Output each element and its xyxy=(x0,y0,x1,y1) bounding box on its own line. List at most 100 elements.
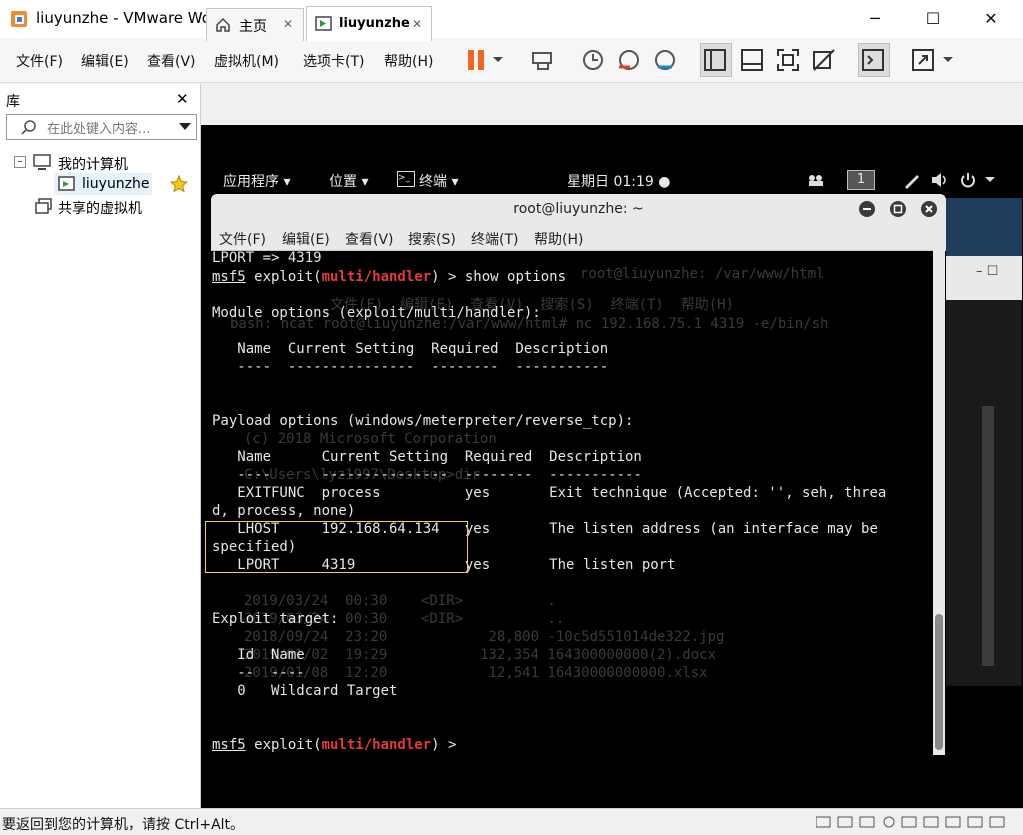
maximize-icon[interactable] xyxy=(889,200,907,218)
term-line: Name Current Setting Required Descriptio… xyxy=(212,341,609,357)
tree-vm-liuyunzhe[interactable]: liuyunzhe xyxy=(82,176,150,192)
chevron-down-icon[interactable] xyxy=(492,56,504,64)
term-line: -- ---- xyxy=(212,665,305,681)
prompt-command: ) > show options xyxy=(431,269,567,285)
ghost-line-6: 2018/09/24 23:20 28,800 -10c5d551014de32… xyxy=(244,629,725,645)
gnome-apps-menu[interactable]: 应用程序 ▾ xyxy=(223,171,290,191)
prompt-module: multi/handler xyxy=(321,737,432,753)
term-line: d, process, none) xyxy=(212,503,356,519)
console-view-icon[interactable] xyxy=(860,47,886,73)
prompt-exploit: exploit( xyxy=(245,737,322,753)
show-library-icon[interactable] xyxy=(702,47,728,73)
ghost-line-4: 2019/03/24 00:30 <DIR> . xyxy=(244,593,556,609)
term-line: Payload options (windows/meterpreter/rev… xyxy=(212,413,634,429)
tab-liuyunzhe-label: liuyunzhe xyxy=(339,16,410,31)
snapshot-icon[interactable] xyxy=(580,47,606,73)
status-text: 要返回到您的计算机，请按 Ctrl+Alt。 xyxy=(2,817,245,833)
stretch-guest-icon[interactable] xyxy=(910,47,936,73)
background-terminal-window: – ☐ xyxy=(946,256,1022,686)
tab-home[interactable]: 主页 ✕ xyxy=(206,8,304,41)
term-line: Module options (exploit/multi/handler): xyxy=(212,305,541,321)
tree-my-computer[interactable]: 我的计算机 xyxy=(58,154,128,174)
terminal-scrollbar[interactable] xyxy=(933,250,945,755)
close-icon[interactable] xyxy=(920,200,938,218)
term-line: EXITFUNC process yes Exit technique (Acc… xyxy=(212,485,887,501)
video-icon[interactable] xyxy=(807,173,825,187)
menu-file[interactable]: 文件(F) xyxy=(16,51,63,71)
pause-icon[interactable] xyxy=(463,47,489,73)
tree-collapse-toggle[interactable]: – xyxy=(14,156,26,168)
close-button[interactable]: ✕ xyxy=(968,0,1014,38)
chevron-down-icon[interactable] xyxy=(942,56,954,64)
gnome-clock[interactable]: 星期日 01:19 ● xyxy=(567,171,670,191)
bg-scrollbar[interactable] xyxy=(982,406,994,666)
term-menu-terminal[interactable]: 终端(T) xyxy=(471,229,518,249)
term-menu-help[interactable]: 帮助(H) xyxy=(534,229,583,249)
term-menu-edit[interactable]: 编辑(E) xyxy=(282,229,330,249)
background-desktop-window xyxy=(946,198,1022,258)
unity-icon[interactable] xyxy=(811,47,837,73)
ghost-title: root@liuyunzhe: /var/www/html xyxy=(580,266,825,282)
vm-icon xyxy=(315,16,332,31)
terminal-title: root@liuyunzhe: ~ xyxy=(513,201,644,217)
prompt-exploit: exploit( xyxy=(245,269,322,285)
term-prompt-line: msf5 exploit(multi/handler) > show optio… xyxy=(212,268,566,286)
star-icon[interactable] xyxy=(170,175,188,193)
library-search-input[interactable]: 在此处键入内容... xyxy=(6,114,197,140)
minimize-button[interactable]: ─ xyxy=(852,0,898,38)
pen-icon[interactable] xyxy=(903,171,921,189)
ghost-line-7: 2019/01/02 19:29 132,354 164300000000(2)… xyxy=(244,647,717,663)
menu-vm[interactable]: 虚拟机(M) xyxy=(214,51,279,71)
vmware-logo-icon xyxy=(11,11,27,27)
scrollbar-thumb[interactable] xyxy=(935,614,943,750)
term-line: Name Current Setting Required Descriptio… xyxy=(212,449,642,465)
term-prompt-line[interactable]: msf5 exploit(multi/handler) > xyxy=(212,736,465,754)
device-status-icons[interactable] xyxy=(816,814,1016,830)
menu-view[interactable]: 查看(V) xyxy=(147,51,196,71)
terminal-app-icon: >_ xyxy=(397,171,415,187)
bg-window-controls[interactable]: – ☐ xyxy=(976,264,998,279)
prompt-module: multi/handler xyxy=(321,269,432,285)
workspace-indicator[interactable]: 1 xyxy=(847,170,875,190)
tab-strip xyxy=(201,84,1023,124)
chevron-down-icon[interactable] xyxy=(179,123,191,131)
term-menu-view[interactable]: 查看(V) xyxy=(345,229,394,249)
highlight-box xyxy=(205,521,468,573)
term-menu-file[interactable]: 文件(F) xyxy=(219,229,266,249)
snapshot-manager-icon[interactable] xyxy=(652,47,678,73)
ghost-line-8: 2019/01/08 12:20 12,541 16430000000000.x… xyxy=(244,665,708,681)
revert-snapshot-icon[interactable] xyxy=(616,47,642,73)
tree-shared-vms[interactable]: 共享的虚拟机 xyxy=(58,198,142,218)
menu-tabs[interactable]: 选项卡(T) xyxy=(303,51,364,71)
power-icon[interactable] xyxy=(959,171,977,189)
term-line: Exploit target: xyxy=(212,611,339,627)
tab-liuyunzhe-close-icon[interactable]: ✕ xyxy=(412,17,422,31)
gnome-places-menu[interactable]: 位置 ▾ xyxy=(329,171,368,191)
tab-home-close-icon[interactable]: ✕ xyxy=(283,17,293,31)
minimize-icon[interactable] xyxy=(858,200,876,218)
menu-edit[interactable]: 编辑(E) xyxy=(81,51,129,71)
prompt-msf5: msf5 xyxy=(212,737,246,753)
menu-help[interactable]: 帮助(H) xyxy=(384,51,433,71)
shared-vms-icon xyxy=(35,198,52,214)
term-menu-search[interactable]: 搜索(S) xyxy=(408,229,456,249)
vm-icon xyxy=(58,176,75,191)
thumbnail-bar-icon[interactable] xyxy=(739,47,765,73)
gnome-terminal-menu[interactable]: 终端 ▾ xyxy=(419,171,458,191)
full-screen-icon[interactable] xyxy=(775,47,801,73)
maximize-button[interactable]: ☐ xyxy=(910,0,956,38)
computer-icon xyxy=(33,154,51,170)
term-line: ---- --------------- -------- ----------… xyxy=(212,359,609,375)
prompt-msf5: msf5 xyxy=(212,269,246,285)
tab-home-label: 主页 xyxy=(239,19,267,35)
tab-liuyunzhe[interactable]: liuyunzhe ✕ xyxy=(306,6,432,41)
title-bar: liuyunzhe - VMware Workstation ─ ☐ ✕ xyxy=(0,0,1023,38)
term-line: 0 Wildcard Target xyxy=(212,683,398,699)
term-line: ---- --------------- -------- ----------… xyxy=(212,467,642,483)
status-bar: 要返回到您的计算机，请按 Ctrl+Alt。 xyxy=(0,808,1023,835)
library-close-icon[interactable]: ✕ xyxy=(176,90,189,108)
prompt-tail: ) > xyxy=(431,737,465,753)
chevron-down-icon[interactable] xyxy=(985,177,995,183)
send-keys-icon[interactable] xyxy=(530,47,556,73)
volume-icon[interactable] xyxy=(931,172,949,188)
